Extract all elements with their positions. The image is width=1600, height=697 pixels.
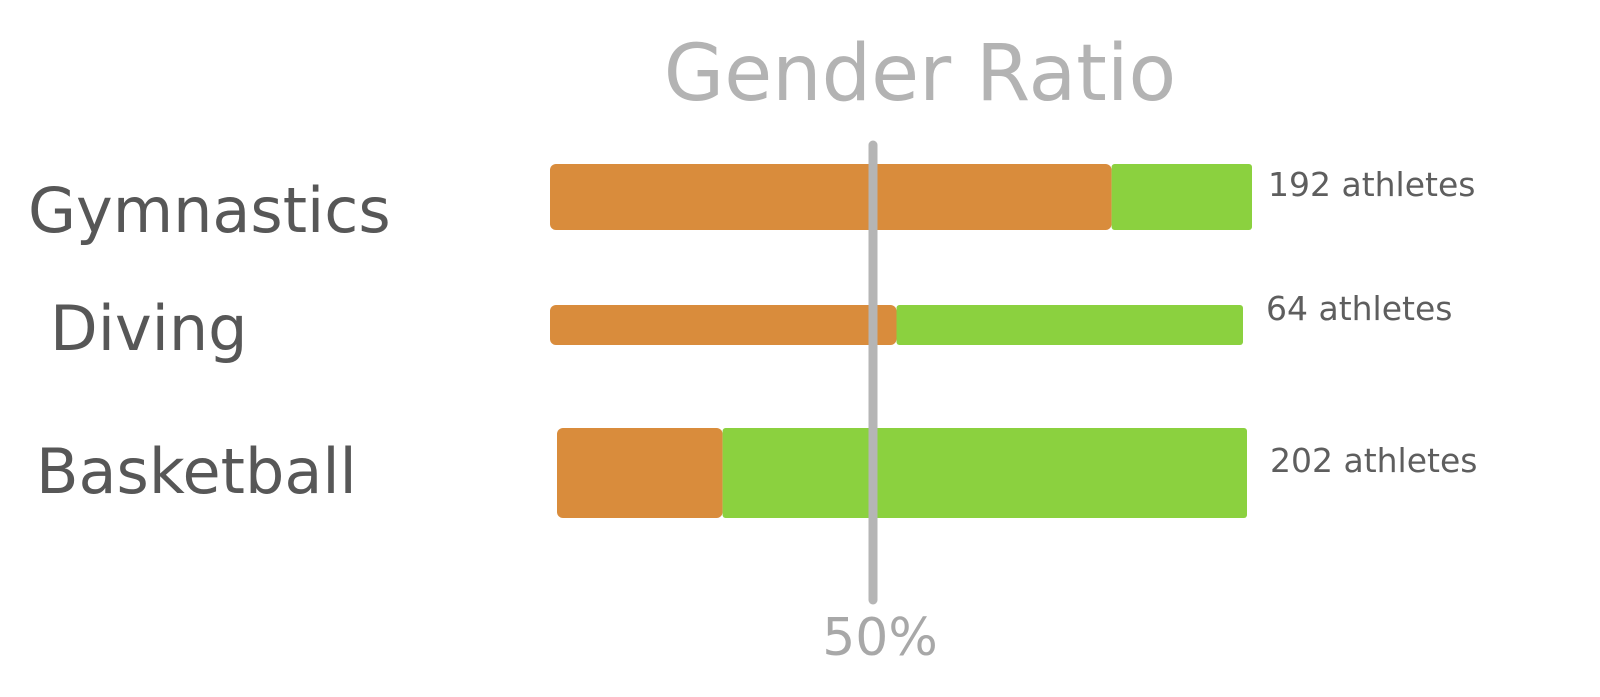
bar-segment-diving-orange	[550, 305, 897, 345]
bar-segment-diving-green	[896, 305, 1243, 345]
bar-segment-gymnastics-green	[1111, 164, 1252, 230]
data-label-diving: 64 athletes	[1266, 289, 1452, 328]
category-label-gymnastics: Gymnastics	[28, 174, 391, 247]
gender-ratio-chart: Gender Ratio 50% Gymnastics 192 athletes D…	[28, 29, 1477, 668]
bar-segment-basketball-orange	[557, 428, 723, 518]
data-label-basketball: 202 athletes	[1270, 441, 1477, 480]
category-label-diving: Diving	[50, 292, 248, 365]
bar-segment-gymnastics-orange	[550, 164, 1112, 230]
reference-line-label: 50%	[822, 608, 938, 668]
category-label-basketball: Basketball	[36, 435, 357, 508]
data-label-gymnastics: 192 athletes	[1268, 165, 1475, 204]
chart-title: Gender Ratio	[664, 29, 1176, 119]
bar-segment-basketball-green	[722, 428, 1247, 518]
bars-layer	[550, 164, 1252, 518]
